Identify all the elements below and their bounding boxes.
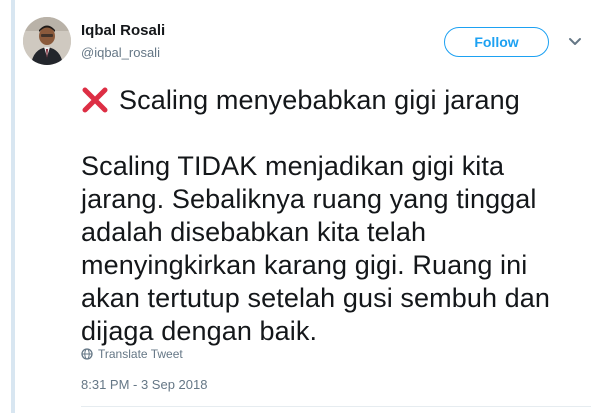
avatar-image <box>23 17 71 65</box>
author-display-name[interactable]: Iqbal Rosali <box>81 22 165 39</box>
divider <box>81 406 591 407</box>
translate-tweet-link[interactable]: Translate Tweet <box>81 347 183 361</box>
tweet-headline: Scaling menyebabkan gigi jarang <box>81 80 581 120</box>
translate-tweet-label: Translate Tweet <box>98 347 183 361</box>
tweet-text: Scaling menyebabkan gigi jarang Scaling … <box>81 80 581 348</box>
chevron-down-icon[interactable] <box>568 37 582 47</box>
tweet-timestamp[interactable]: 8:31 PM - 3 Sep 2018 <box>81 377 207 392</box>
follow-button[interactable]: Follow <box>444 27 549 57</box>
red-cross-mark-icon <box>82 87 108 113</box>
globe-icon <box>81 348 93 360</box>
avatar[interactable] <box>23 17 71 65</box>
thread-connector-line <box>11 0 15 413</box>
tweet-headline-text: Scaling menyebabkan gigi jarang <box>119 84 520 115</box>
tweet-body: Scaling TIDAK menjadikan gigi kita jaran… <box>81 151 551 346</box>
author-handle[interactable]: @iqbal_rosali <box>81 45 160 60</box>
